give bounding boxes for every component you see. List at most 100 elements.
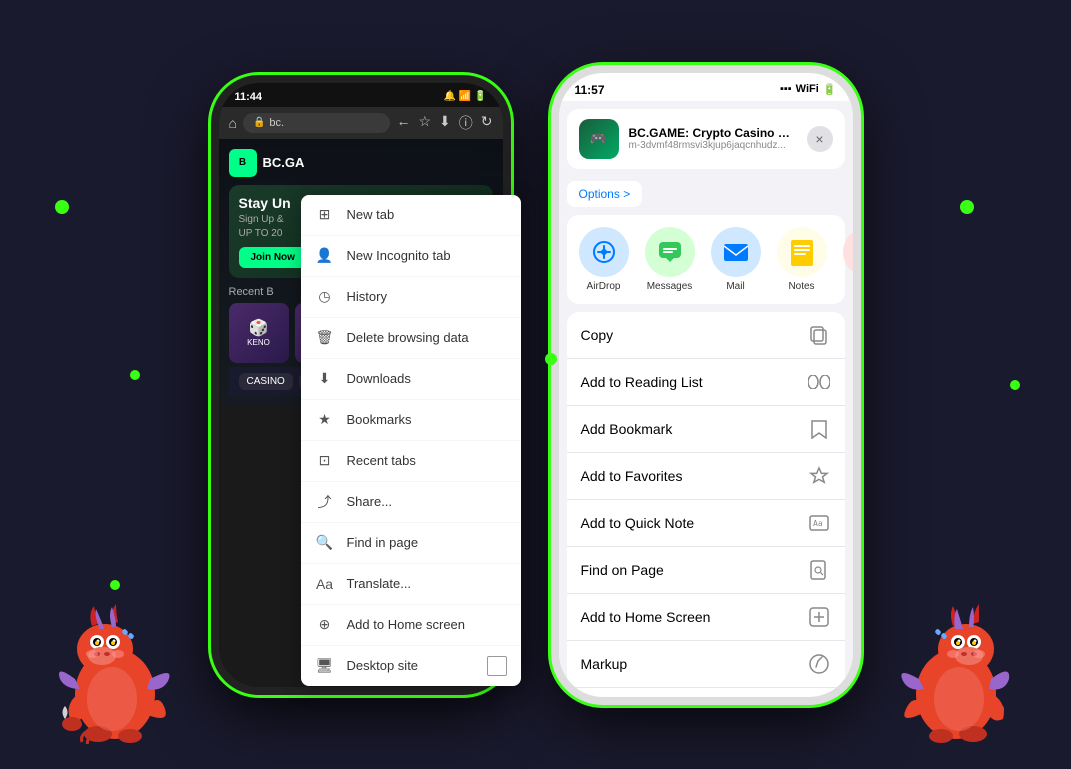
game-icon-1: 🎲 — [249, 318, 269, 338]
share-icon: ⤴ — [315, 492, 335, 512]
android-context-menu: ⊞ New tab 👤 New Incognito tab ◷ History … — [301, 195, 521, 686]
menu-item-desktop-site[interactable]: 🖥 Desktop site — [301, 646, 521, 686]
ios-action-list: Copy Add to Reading List — [567, 312, 845, 697]
menu-item-translate[interactable]: Aa Translate... — [301, 564, 521, 605]
download-icon[interactable]: ⬇ — [439, 113, 451, 133]
game-card-inner-1: 🎲 KENO — [229, 303, 289, 363]
action-reading-list[interactable]: Add to Reading List — [567, 359, 845, 406]
reload-icon[interactable]: ↻ — [481, 113, 493, 133]
bg-dot-2 — [110, 580, 120, 590]
action-markup[interactable]: Markup — [567, 641, 845, 688]
action-quick-note[interactable]: Add to Quick Note Aa — [567, 500, 845, 547]
ios-close-button[interactable]: × — [807, 126, 833, 152]
action-add-home-screen[interactable]: Add to Home Screen — [567, 594, 845, 641]
translate-icon: Aa — [315, 574, 335, 594]
ios-share-apps-row: AirDrop Messages Mail — [567, 215, 845, 304]
url-text: bc. — [269, 117, 284, 129]
menu-item-share[interactable]: ⤴ Share... — [301, 482, 521, 523]
nav-back-icon[interactable]: ← — [396, 113, 410, 133]
ios-battery: 🔋 — [823, 83, 837, 96]
action-add-favorites[interactable]: Add to Favorites — [567, 453, 845, 500]
star-icon[interactable]: ☆ — [418, 113, 431, 133]
recent-tabs-icon: ⊡ — [315, 451, 335, 471]
share-app-messages[interactable]: Messages — [645, 227, 695, 292]
iphone-dot-left — [545, 353, 557, 365]
desktop-toggle[interactable] — [487, 656, 507, 676]
share-app-more[interactable]: Re... — [843, 227, 853, 292]
iphone-inner: 11:57 ▪▪▪ WiFi 🔋 🎮 — [559, 73, 853, 697]
recent-tabs-label: Recent tabs — [347, 453, 416, 468]
reading-list-label: Add to Reading List — [581, 374, 703, 390]
ios-options-button[interactable]: Options > — [567, 181, 643, 207]
android-url-bar[interactable]: ⌂ 🔒 bc. ← ☆ ⬇ ⓘ ↻ — [219, 107, 503, 139]
bg-dot-7 — [130, 370, 140, 380]
menu-item-find-in-page[interactable]: 🔍 Find in page — [301, 523, 521, 564]
action-print[interactable]: Print — [567, 688, 845, 697]
history-label: History — [347, 289, 387, 304]
bc-title: BC.GA — [263, 155, 305, 170]
bg-dot-1 — [55, 200, 69, 214]
markup-icon — [807, 652, 831, 676]
add-favorites-icon — [807, 464, 831, 488]
ios-bcgame-icon-text: 🎮 — [590, 130, 607, 147]
new-tab-label: New tab — [347, 207, 395, 222]
share-app-notes[interactable]: Notes — [777, 227, 827, 292]
action-copy[interactable]: Copy — [567, 312, 845, 359]
iphone-frame: 11:57 ▪▪▪ WiFi 🔋 🎮 — [551, 65, 861, 705]
game-card-1: 🎲 KENO — [229, 303, 289, 363]
right-phone-wrapper: 11:57 ▪▪▪ WiFi 🔋 🎮 — [551, 65, 861, 705]
game-label-1: KENO — [247, 338, 270, 347]
ios-options-row: Options > — [559, 177, 853, 215]
ios-signal: ▪▪▪ — [780, 83, 792, 96]
secure-icon: 🔒 — [253, 117, 265, 128]
bg-dot-5 — [960, 200, 974, 214]
ios-url-preview-card: 🎮 BC.GAME: Crypto Casino Games & Casino … — [567, 109, 845, 169]
right-dragon-svg — [891, 594, 1021, 744]
svg-text:Aa: Aa — [813, 519, 823, 528]
menu-item-add-home[interactable]: ⊕ Add to Home screen — [301, 605, 521, 646]
messages-icon — [645, 227, 695, 277]
mail-label: Mail — [726, 281, 744, 292]
bc-logo-bar: B BC.GA — [229, 149, 493, 177]
ios-share-sheet: 🎮 BC.GAME: Crypto Casino Games & Casino … — [559, 101, 853, 697]
ios-bcgame-icon: 🎮 — [579, 119, 619, 159]
downloads-label: Downloads — [347, 371, 411, 386]
menu-item-bookmarks[interactable]: ★ Bookmarks — [301, 400, 521, 441]
left-dragon-svg — [50, 594, 180, 744]
android-status-icons: 🔔 📶 🔋 — [444, 91, 487, 102]
new-tab-icon: ⊞ — [315, 205, 335, 225]
messages-label: Messages — [647, 281, 693, 292]
ios-status-bar: 11:57 ▪▪▪ WiFi 🔋 — [559, 73, 853, 101]
copy-label: Copy — [581, 327, 614, 343]
quick-note-label: Add to Quick Note — [581, 515, 695, 531]
menu-item-history[interactable]: ◷ History — [301, 277, 521, 318]
android-signal-icons: 🔔 📶 🔋 — [444, 91, 487, 102]
reading-list-icon — [807, 370, 831, 394]
action-add-bookmark[interactable]: Add Bookmark — [567, 406, 845, 453]
android-url-pill[interactable]: 🔒 bc. — [243, 113, 391, 133]
menu-item-incognito[interactable]: 👤 New Incognito tab — [301, 236, 521, 277]
desktop-icon: 🖥 — [315, 656, 335, 676]
menu-item-recent-tabs[interactable]: ⊡ Recent tabs — [301, 441, 521, 482]
join-now-button[interactable]: Join Now — [239, 247, 307, 268]
ios-url-text: BC.GAME: Crypto Casino Games & Casino Sl… — [629, 126, 797, 151]
menu-item-downloads[interactable]: ⬇ Downloads — [301, 359, 521, 400]
share-label: Share... — [347, 494, 393, 509]
info-icon[interactable]: ⓘ — [459, 113, 473, 133]
more-apps-icon — [843, 227, 853, 277]
right-dragon — [891, 594, 1021, 749]
android-status-bar: 11:44 🔔 📶 🔋 — [219, 83, 503, 107]
left-phone-wrapper: 11:44 🔔 📶 🔋 ⌂ 🔒 bc. ← ☆ ⬇ — [211, 75, 511, 695]
menu-item-delete-browsing[interactable]: 🗑 Delete browsing data — [301, 318, 521, 359]
desktop-label: Desktop site — [347, 658, 419, 673]
home-icon[interactable]: ⌂ — [229, 115, 237, 131]
share-app-airdrop[interactable]: AirDrop — [579, 227, 629, 292]
incognito-icon: 👤 — [315, 246, 335, 266]
add-home-icon: ⊕ — [315, 615, 335, 635]
downloads-icon: ⬇ — [315, 369, 335, 389]
menu-item-new-tab[interactable]: ⊞ New tab — [301, 195, 521, 236]
bookmarks-label: Bookmarks — [347, 412, 412, 427]
find-on-page-icon — [807, 558, 831, 582]
action-find-on-page[interactable]: Find on Page — [567, 547, 845, 594]
share-app-mail[interactable]: Mail — [711, 227, 761, 292]
